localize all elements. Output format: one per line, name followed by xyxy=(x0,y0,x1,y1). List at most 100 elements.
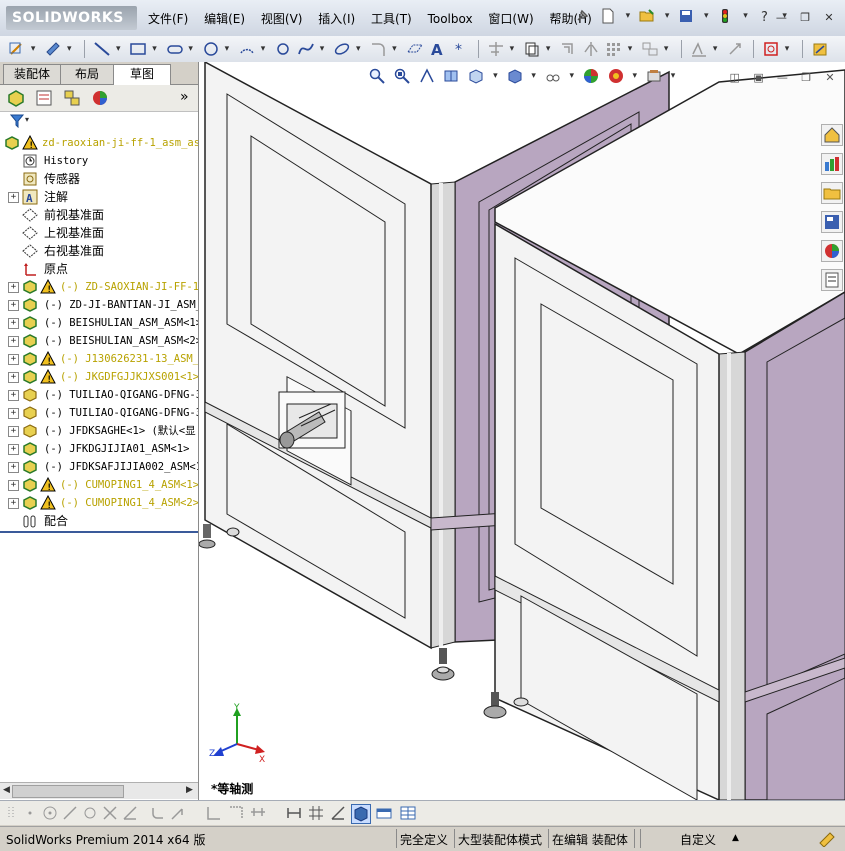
rebuild-status-icon[interactable] xyxy=(818,831,836,847)
tree-item[interactable]: + (-) JFDKSAGHE<1> (默认<显 xyxy=(0,422,198,440)
point-icon[interactable]: * xyxy=(451,40,469,58)
new-document-icon[interactable] xyxy=(600,8,616,24)
mirror-icon[interactable] xyxy=(582,40,600,58)
section-plane-icon[interactable] xyxy=(375,804,393,822)
chevron-down-icon[interactable]: ▾ xyxy=(743,11,748,21)
tree-item[interactable]: + A 注解 xyxy=(0,188,198,206)
view-settings-icon[interactable] xyxy=(646,68,662,84)
menu-file[interactable]: 文件(F) xyxy=(148,10,188,27)
save-icon[interactable] xyxy=(678,8,694,24)
restore-icon[interactable]: ❐ xyxy=(797,11,813,25)
expand-icon[interactable]: + xyxy=(8,408,19,419)
tree-item[interactable]: + (-) ZD-JI-BANTIAN-JI_ASM_A xyxy=(0,296,198,314)
sketch-angle-icon[interactable] xyxy=(329,804,347,822)
tree-item[interactable]: 上视基准面 xyxy=(0,224,198,242)
tree-root[interactable]: ! zd-raoxian-ji-ff-1_asm_asm xyxy=(0,134,198,152)
expand-icon[interactable]: + xyxy=(8,300,19,311)
move-entities-icon[interactable] xyxy=(641,40,659,58)
home-icon[interactable] xyxy=(821,124,843,146)
display-style-icon[interactable] xyxy=(507,68,523,84)
menu-edit[interactable]: 编辑(E) xyxy=(204,10,245,27)
scroll-thumb[interactable] xyxy=(12,785,124,798)
chevron-down-icon[interactable]: ▾ xyxy=(704,11,709,21)
chevron-down-icon[interactable]: ▾ xyxy=(546,44,551,54)
graphics-area[interactable]: ▾ ▾ ▾ ▾ ▾ ◫ ▣ — ❐ ✕ Y X Z *等轴测 xyxy=(199,62,845,800)
rectangle-icon[interactable] xyxy=(129,40,147,58)
dimension-icon[interactable] xyxy=(285,804,303,822)
plane-icon[interactable] xyxy=(406,40,424,58)
convert-entities-icon[interactable] xyxy=(523,40,541,58)
section-view-icon[interactable] xyxy=(443,68,459,84)
chevron-down-icon[interactable]: ▾ xyxy=(626,11,631,21)
minimize-icon[interactable]: — xyxy=(775,72,789,84)
configuration-manager-icon[interactable] xyxy=(62,89,82,107)
tree-item[interactable]: 配合 xyxy=(0,512,198,530)
chevron-down-icon[interactable]: ▾ xyxy=(31,44,36,54)
expand-icon[interactable]: + xyxy=(8,372,19,383)
repair-sketch-icon[interactable] xyxy=(762,40,780,58)
chevron-down-icon[interactable]: ▾ xyxy=(665,11,670,21)
text-icon[interactable]: A xyxy=(428,40,446,58)
previous-view-icon[interactable] xyxy=(419,68,435,84)
extend-icon[interactable] xyxy=(170,805,186,821)
expand-icon[interactable]: + xyxy=(8,444,19,455)
tree-item[interactable]: +! (-) JKGDFGJJKJXS001<1> xyxy=(0,368,198,386)
centerpoint-arc-icon[interactable] xyxy=(42,805,58,821)
chevron-down-icon[interactable]: ▾ xyxy=(225,44,230,54)
close-icon[interactable]: ✕ xyxy=(821,11,837,25)
filter-icon[interactable]: ▾ xyxy=(10,114,32,128)
point-icon[interactable] xyxy=(22,805,38,821)
centerline-icon[interactable] xyxy=(62,805,78,821)
close-icon[interactable]: ✕ xyxy=(823,72,837,84)
circle-icon[interactable] xyxy=(202,40,220,58)
menu-window[interactable]: 窗口(W) xyxy=(488,10,533,27)
intersection-icon[interactable] xyxy=(102,805,118,821)
tree-item[interactable]: + (-) BEISHULIAN_ASM_ASM<1> xyxy=(0,314,198,332)
expand-panel-icon[interactable]: » xyxy=(180,89,189,105)
property-manager-icon[interactable] xyxy=(34,89,54,107)
tile-view-icon[interactable]: ▣ xyxy=(752,72,766,84)
sketch-icon[interactable] xyxy=(8,40,26,58)
tree-item[interactable]: + (-) JFKDGJIJIA01_ASM<1> xyxy=(0,440,198,458)
split-view-icon[interactable]: ◫ xyxy=(728,72,742,84)
tree-item[interactable]: 右视基准面 xyxy=(0,242,198,260)
feature-manager-icon[interactable] xyxy=(6,89,26,107)
chevron-down-icon[interactable]: ▾ xyxy=(671,71,676,81)
appearances-icon[interactable] xyxy=(821,240,843,262)
file-explorer-icon[interactable] xyxy=(821,182,843,204)
expand-icon[interactable]: + xyxy=(8,390,19,401)
chevron-down-icon[interactable]: ▾ xyxy=(67,44,72,54)
minimize-icon[interactable]: — xyxy=(773,11,789,25)
display-relations-icon[interactable] xyxy=(690,40,708,58)
menu-toolbox[interactable]: Toolbox xyxy=(428,12,473,26)
tab-layout[interactable]: 布局 xyxy=(60,64,114,84)
chevron-down-icon[interactable]: ▾ xyxy=(261,44,266,54)
chevron-down-icon[interactable]: ▾ xyxy=(320,44,325,54)
tab-sketch[interactable]: 草图 xyxy=(113,64,171,85)
chevron-down-icon[interactable]: ▾ xyxy=(188,44,193,54)
unit-system[interactable]: 自定义 xyxy=(680,831,716,848)
tree-scrollbar[interactable]: ◀ ▶ xyxy=(0,782,198,799)
expand-icon[interactable]: + xyxy=(8,480,19,491)
chevron-down-icon[interactable]: ▾ xyxy=(570,71,575,81)
chevron-down-icon[interactable]: ▾ xyxy=(152,44,157,54)
expand-icon[interactable]: + xyxy=(8,336,19,347)
grid-icon[interactable] xyxy=(307,804,325,822)
expand-icon[interactable]: + xyxy=(8,498,19,509)
tree-item[interactable]: +! (-) J130626231-13_ASM_A xyxy=(0,350,198,368)
restore-icon[interactable]: ❐ xyxy=(799,72,813,84)
instant-2d-icon[interactable] xyxy=(811,40,829,58)
scroll-left-icon[interactable]: ◀ xyxy=(3,785,10,795)
pin-icon[interactable] xyxy=(574,8,590,24)
apply-scene-icon[interactable] xyxy=(608,68,624,84)
unit-arrow[interactable]: ▲ xyxy=(732,833,739,843)
tree-item[interactable]: History xyxy=(0,152,198,170)
line-icon[interactable] xyxy=(93,40,111,58)
tree-item[interactable]: + (-) BEISHULIAN_ASM_ASM<2> xyxy=(0,332,198,350)
expand-icon[interactable]: + xyxy=(8,282,19,293)
perimeter-circle-icon[interactable] xyxy=(82,805,98,821)
menu-tools[interactable]: 工具(T) xyxy=(371,10,412,27)
chevron-down-icon[interactable]: ▾ xyxy=(510,44,515,54)
arc-icon[interactable] xyxy=(238,40,256,58)
rebuild-icon[interactable] xyxy=(717,8,733,24)
